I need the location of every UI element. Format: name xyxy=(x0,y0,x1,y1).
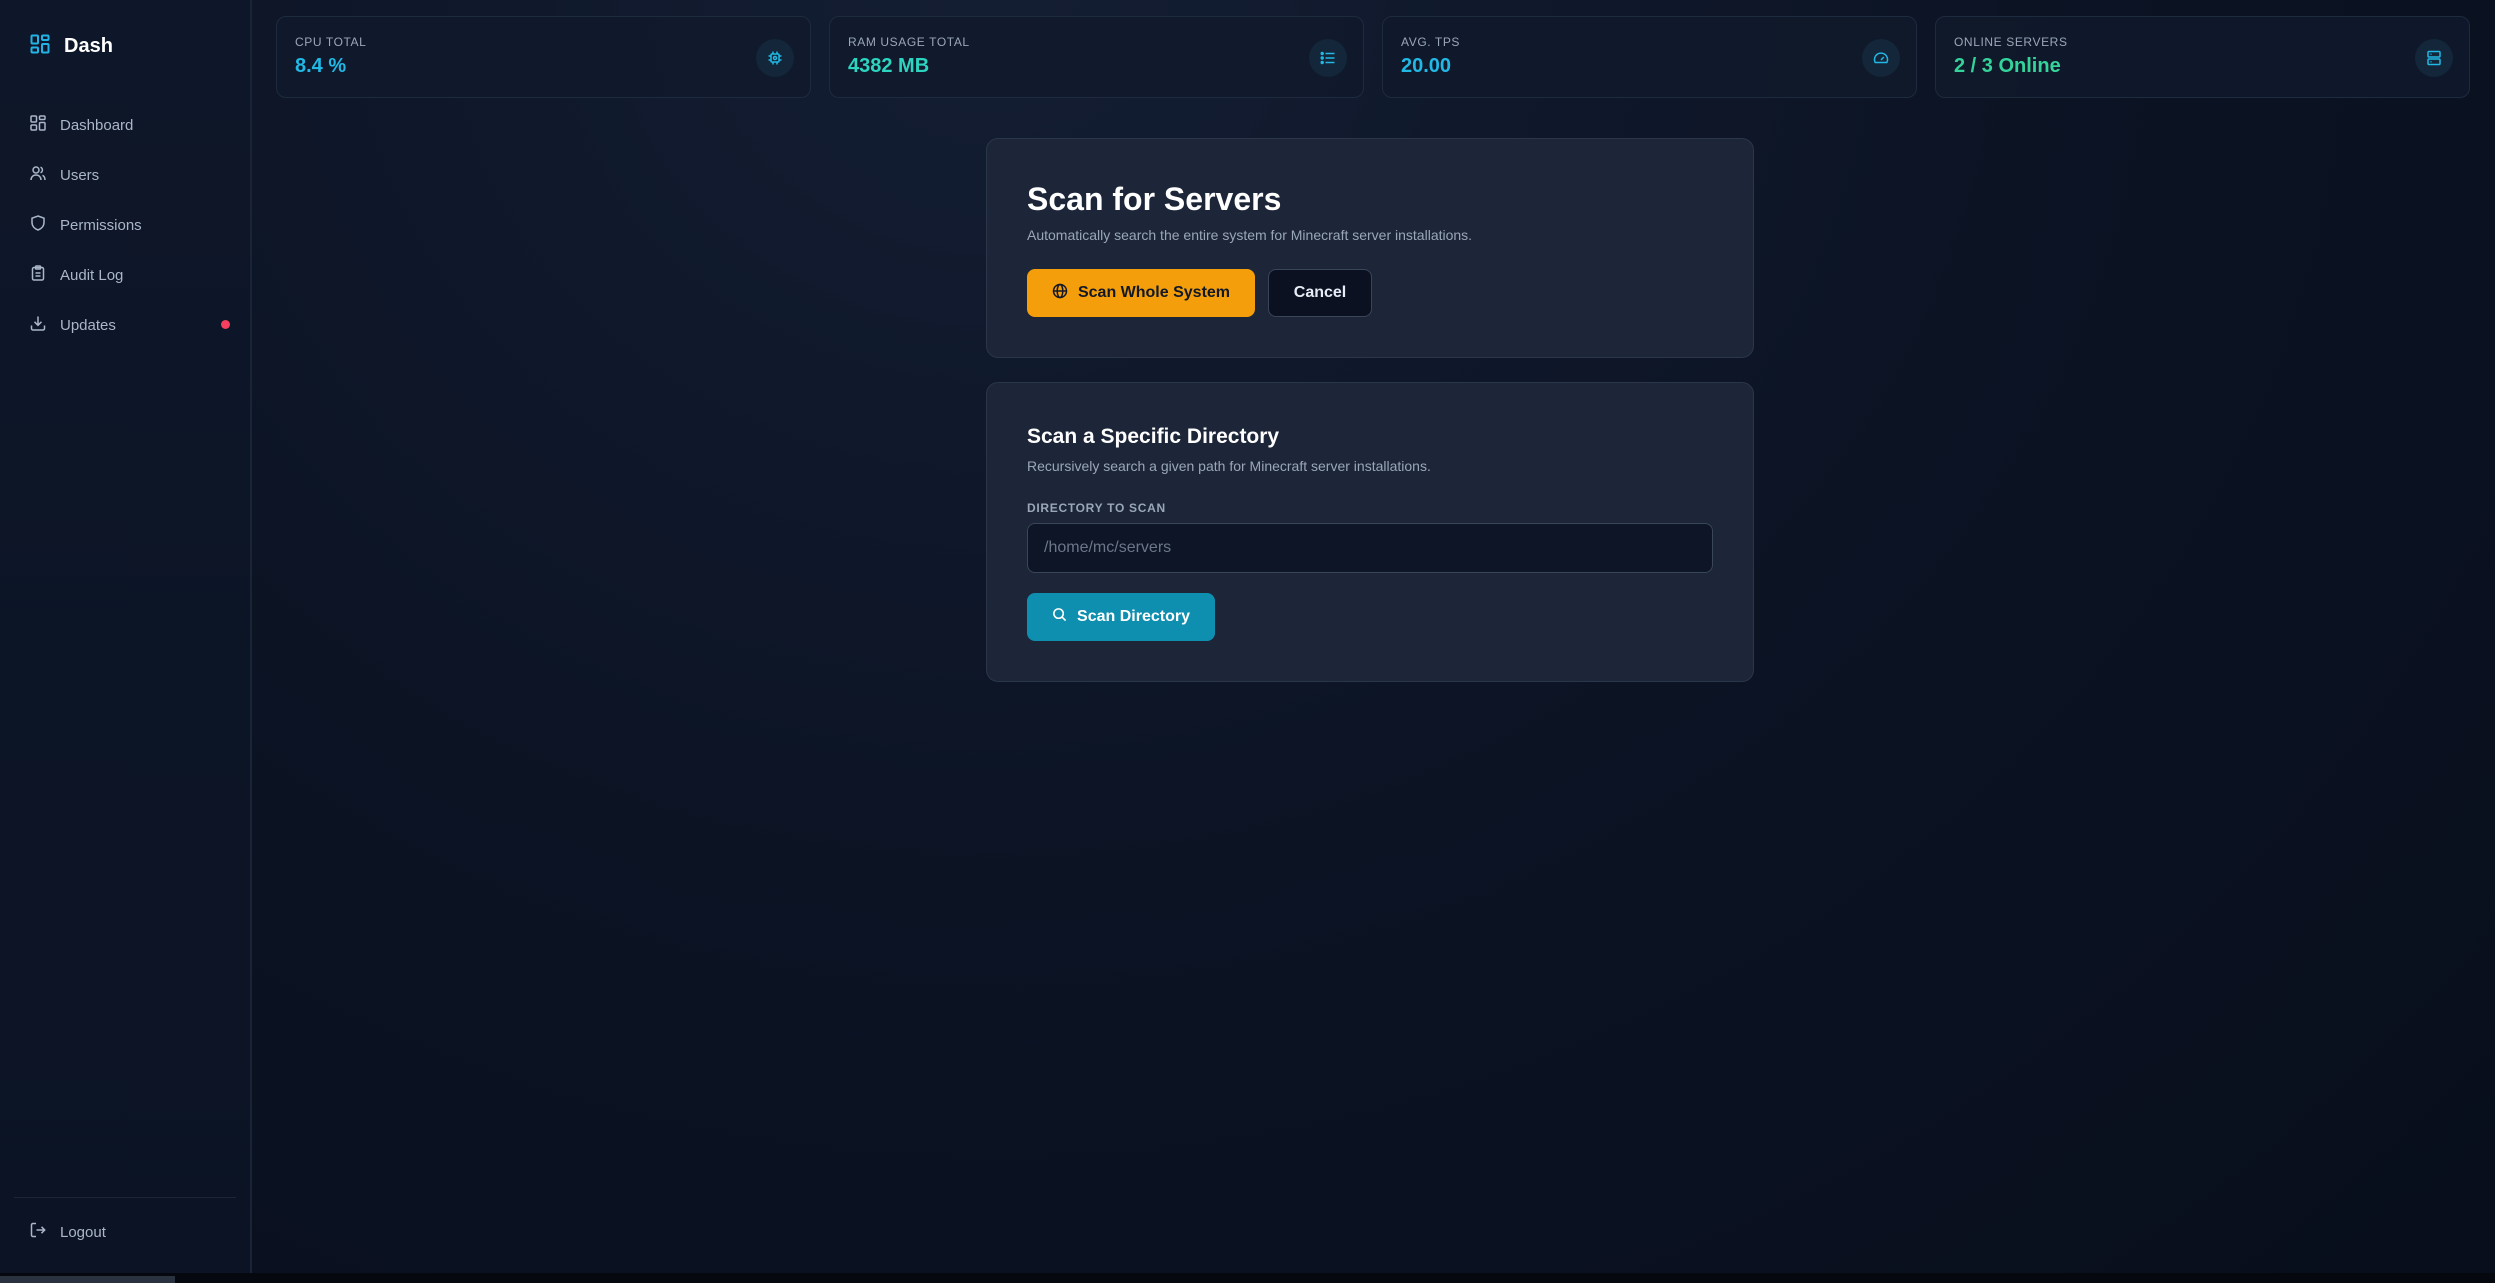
stat-label: CPU TOTAL xyxy=(295,35,367,49)
stat-value: 20.00 xyxy=(1401,55,1452,77)
sidebar-item-label: Audit Log xyxy=(60,266,124,284)
sidebar: Dash Dashboard Users Permissions Audit L… xyxy=(0,0,252,1273)
stat-value: 2 / 3 Online xyxy=(1954,55,2061,77)
scan-directory-label: Scan Directory xyxy=(1077,608,1190,625)
dashboard-grid-icon xyxy=(30,115,46,135)
grid-icon xyxy=(30,34,50,59)
sidebar-item-label: Updates xyxy=(60,316,116,334)
stat-label: RAM USAGE TOTAL xyxy=(848,35,970,49)
sidebar-item-updates[interactable]: Updates xyxy=(30,300,230,350)
stat-label: ONLINE SERVERS xyxy=(1954,35,2068,49)
logout-icon xyxy=(30,1222,46,1242)
globe-icon xyxy=(1052,283,1068,304)
server-icon xyxy=(2415,39,2453,77)
brand[interactable]: Dash xyxy=(30,34,113,59)
stat-card-online-servers: ONLINE SERVERS 2 / 3 Online xyxy=(1935,16,2470,98)
cancel-label: Cancel xyxy=(1293,284,1347,301)
shield-icon xyxy=(30,215,46,235)
sidebar-item-permissions[interactable]: Permissions xyxy=(30,200,230,250)
stats-row: CPU TOTAL 8.4 % RAM USAGE TOTAL 4382 MB … xyxy=(276,16,2470,98)
download-icon xyxy=(30,315,46,335)
brand-name: Dash xyxy=(64,35,113,57)
sidebar-item-audit-log[interactable]: Audit Log xyxy=(30,250,230,300)
cpu-chip-icon xyxy=(756,39,794,77)
scan-whole-system-button[interactable]: Scan Whole System xyxy=(1027,269,1255,317)
sidebar-item-label: Permissions xyxy=(60,216,142,234)
logout-button[interactable]: Logout xyxy=(30,1222,106,1242)
stat-value: 4382 MB xyxy=(848,55,930,77)
logout-label: Logout xyxy=(60,1223,106,1241)
sidebar-item-label: Dashboard xyxy=(60,116,134,134)
scan-directory-panel: Scan a Specific Directory Recursively se… xyxy=(986,382,1754,682)
memory-list-icon xyxy=(1309,39,1347,77)
sidebar-nav: Dashboard Users Permissions Audit Log Up… xyxy=(30,100,230,350)
directory-panel-title: Scan a Specific Directory xyxy=(1027,425,1280,448)
scan-whole-system-label: Scan Whole System xyxy=(1077,284,1231,301)
stat-value: 8.4 % xyxy=(295,55,347,77)
scan-panel-title: Scan for Servers xyxy=(1027,181,1282,217)
sidebar-item-dashboard[interactable]: Dashboard xyxy=(30,100,230,150)
directory-panel-description: Recursively search a given path for Mine… xyxy=(1027,458,1431,474)
search-icon xyxy=(1052,607,1067,627)
gauge-icon xyxy=(1862,39,1900,77)
directory-field-label: DIRECTORY TO SCAN xyxy=(1027,501,1166,515)
scrollbar-thumb[interactable] xyxy=(0,1276,175,1283)
scan-servers-panel: Scan for Servers Automatically search th… xyxy=(986,138,1754,358)
clipboard-icon xyxy=(30,265,46,285)
sidebar-item-label: Users xyxy=(60,166,100,184)
stat-card-ram: RAM USAGE TOTAL 4382 MB xyxy=(829,16,1364,98)
updates-notification-dot xyxy=(221,320,230,329)
cancel-button[interactable]: Cancel xyxy=(1268,269,1372,317)
app-root: Dash Dashboard Users Permissions Audit L… xyxy=(0,0,2495,1283)
horizontal-scrollbar[interactable] xyxy=(0,1273,2495,1283)
sidebar-item-users[interactable]: Users xyxy=(30,150,230,200)
scan-panel-description: Automatically search the entire system f… xyxy=(1027,227,1473,243)
stat-card-tps: AVG. TPS 20.00 xyxy=(1382,16,1917,98)
stat-label: AVG. TPS xyxy=(1401,35,1461,49)
users-icon xyxy=(30,165,46,185)
scan-directory-button[interactable]: Scan Directory xyxy=(1027,593,1215,641)
directory-input[interactable] xyxy=(1027,523,1713,573)
stat-card-cpu: CPU TOTAL 8.4 % xyxy=(276,16,811,98)
sidebar-divider xyxy=(14,1197,236,1198)
